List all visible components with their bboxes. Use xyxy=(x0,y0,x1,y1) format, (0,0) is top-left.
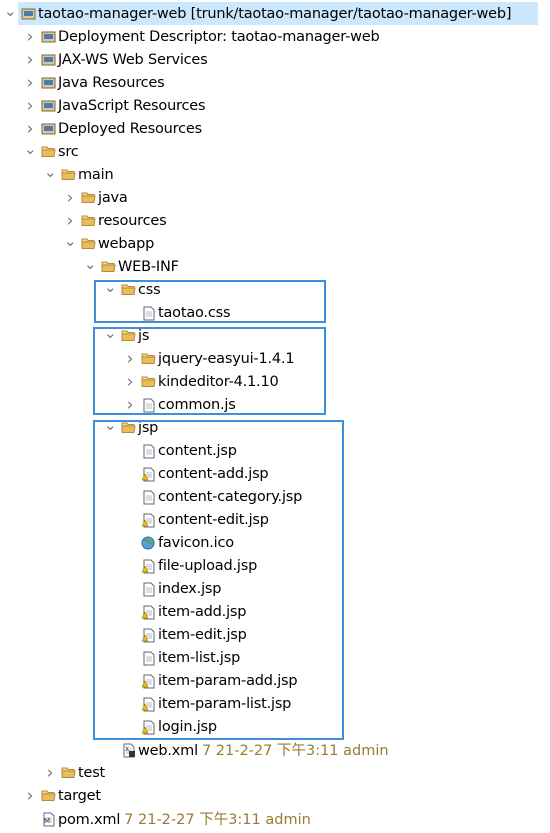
web-project-icon xyxy=(21,7,36,21)
folder-icon xyxy=(41,789,56,803)
tree-item[interactable]: › Deployed Resources xyxy=(0,117,540,140)
tree-item-label: Java Resources xyxy=(58,74,165,91)
tree-item-label: JAX-WS Web Services xyxy=(58,51,208,68)
tree-item-label: web.xml xyxy=(138,743,198,759)
chevron-down-icon[interactable]: ⌄ xyxy=(64,232,77,250)
tree-item[interactable]: › test xyxy=(0,761,540,784)
chevron-right-icon[interactable]: › xyxy=(24,73,36,93)
chevron-right-icon[interactable]: › xyxy=(24,786,36,806)
tree-item-label: taotao-manager-web [trunk/taotao-manager… xyxy=(38,5,512,22)
tree-item[interactable]: ⌄ WEB-INF xyxy=(0,255,540,278)
chevron-down-icon[interactable]: ⌄ xyxy=(44,163,57,181)
chevron-right-icon[interactable]: › xyxy=(64,188,76,208)
tree-item-label: java xyxy=(98,189,128,206)
highlight-box-js xyxy=(93,327,326,415)
chevron-down-icon[interactable]: ⌄ xyxy=(4,2,17,20)
chevron-right-icon[interactable]: › xyxy=(24,27,36,47)
tree-item-label: WEB-INF xyxy=(118,258,179,275)
tree-item[interactable]: › target xyxy=(0,784,540,807)
tree-item[interactable]: Mpom.xml 7 21-2-27 下午3:11 admin xyxy=(0,807,540,830)
maven-file-icon: M xyxy=(41,812,56,826)
tree-item-label: test xyxy=(78,764,106,781)
chevron-down-icon[interactable]: ⌄ xyxy=(24,140,37,158)
chevron-right-icon[interactable]: › xyxy=(24,96,36,116)
chevron-right-icon[interactable]: › xyxy=(44,763,56,783)
tree-item[interactable]: ⌄ src xyxy=(0,140,540,163)
svn-decoration: 7 21-2-27 下午3:11 admin xyxy=(201,743,389,759)
deployment-descriptor-icon xyxy=(41,30,56,44)
java-resources-icon xyxy=(41,76,56,90)
folder-icon xyxy=(81,191,96,205)
web-services-icon xyxy=(41,53,56,67)
svg-text:M: M xyxy=(44,817,50,825)
highlight-box-css xyxy=(94,280,326,323)
svn-decoration: 7 21-2-27 下午3:11 admin xyxy=(124,812,311,828)
tree-item[interactable]: › JavaScript Resources xyxy=(0,94,540,117)
tree-item[interactable]: › Deployment Descriptor: taotao-manager-w… xyxy=(0,25,540,48)
chevron-down-icon[interactable]: ⌄ xyxy=(84,255,97,273)
tree-item[interactable]: ⌄ taotao-manager-web [trunk/taotao-manage… xyxy=(4,2,538,25)
tree-item-label: Deployment Descriptor: taotao-manager-we… xyxy=(58,28,380,45)
tree-item-label: JavaScript Resources xyxy=(58,97,206,114)
chevron-right-icon[interactable]: › xyxy=(24,119,36,139)
tree-item-label: pom.xml xyxy=(58,812,121,828)
highlight-box-jsp xyxy=(93,420,344,740)
svg-text:X: X xyxy=(125,746,129,753)
xml-file-icon: X xyxy=(121,743,136,757)
chevron-right-icon[interactable]: › xyxy=(64,211,76,231)
tree-item-label: main xyxy=(78,166,114,183)
tree-item[interactable]: ⌄ webapp xyxy=(0,232,540,255)
folder-icon xyxy=(101,260,116,274)
tree-item[interactable]: Xweb.xml 7 21-2-27 下午3:11 admin xyxy=(0,738,540,761)
tree-item[interactable]: › java xyxy=(0,186,540,209)
tree-item-label: webapp xyxy=(98,235,155,252)
tree-item[interactable]: › Java Resources xyxy=(0,71,540,94)
tree-item-label: target xyxy=(58,787,101,804)
chevron-right-icon[interactable]: › xyxy=(24,50,36,70)
tree-item-label: Deployed Resources xyxy=(58,120,202,137)
folder-icon xyxy=(81,237,96,251)
tree-item[interactable]: › resources xyxy=(0,209,540,232)
tree-item[interactable]: ⌄ main xyxy=(0,163,540,186)
tree-item[interactable]: › JAX-WS Web Services xyxy=(0,48,540,71)
folder-icon xyxy=(41,145,56,159)
folder-icon xyxy=(61,766,76,780)
tree-item-label: src xyxy=(58,143,79,160)
folder-icon xyxy=(81,214,96,228)
deployed-resources-icon xyxy=(41,122,56,136)
tree-item-label: resources xyxy=(98,212,167,229)
javascript-resources-icon xyxy=(41,99,56,113)
folder-icon xyxy=(61,168,76,182)
